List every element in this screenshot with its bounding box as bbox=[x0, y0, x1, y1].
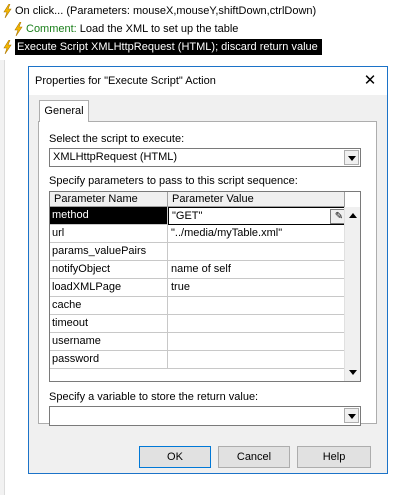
param-value-cell[interactable] bbox=[168, 333, 351, 351]
tab-general[interactable]: General bbox=[39, 100, 89, 122]
comment-keyword: Comment: bbox=[26, 23, 77, 35]
column-header-value[interactable]: Parameter Value bbox=[168, 192, 345, 207]
param-value-cell[interactable]: "../media/myTable.xml" bbox=[168, 225, 351, 243]
script-line-execute-selected[interactable]: Execute Script XMLHttpRequest (HTML); di… bbox=[3, 39, 398, 56]
help-button[interactable]: Help bbox=[297, 446, 371, 468]
param-name-cell[interactable]: username bbox=[50, 333, 168, 351]
param-value-cell[interactable]: true bbox=[168, 279, 351, 297]
param-value-cell[interactable] bbox=[168, 315, 351, 333]
script-select-value: XMLHttpRequest (HTML) bbox=[53, 151, 178, 163]
table-row[interactable]: password bbox=[50, 351, 351, 369]
param-value-text: "../media/myTable.xml" bbox=[171, 227, 283, 239]
parameters-grid: Parameter Name Parameter Value method "GE… bbox=[49, 191, 361, 382]
lightning-bolt-icon bbox=[3, 4, 12, 19]
cancel-button[interactable]: Cancel bbox=[218, 446, 290, 468]
params-label: Specify parameters to pass to this scrip… bbox=[49, 175, 298, 187]
dialog-titlebar[interactable]: Properties for "Execute Script" Action ✕ bbox=[29, 67, 387, 95]
dialog-title: Properties for "Execute Script" Action bbox=[35, 75, 216, 87]
dropdown-arrow-icon[interactable] bbox=[344, 150, 359, 165]
scroll-down-icon[interactable] bbox=[345, 364, 360, 381]
dropdown-arrow-icon[interactable] bbox=[344, 408, 359, 423]
param-name-cell[interactable]: notifyObject bbox=[50, 261, 168, 279]
script-select-label: Select the script to execute: bbox=[49, 133, 185, 145]
param-value-text: true bbox=[171, 281, 190, 293]
comment-text: Load the XML to set up the table bbox=[76, 23, 239, 35]
param-value-cell[interactable]: "GET" ✎ bbox=[168, 207, 351, 225]
script-line-on-click[interactable]: On click... (Parameters: mouseX,mouseY,s… bbox=[3, 3, 316, 20]
param-value-text: "GET" bbox=[172, 210, 203, 222]
table-row[interactable]: loadXMLPage true bbox=[50, 279, 351, 297]
table-row[interactable]: method "GET" ✎ bbox=[50, 207, 351, 225]
param-value-cell[interactable]: name of self bbox=[168, 261, 351, 279]
column-header-name[interactable]: Parameter Name bbox=[50, 192, 168, 207]
ok-button[interactable]: OK bbox=[139, 446, 211, 468]
table-row[interactable]: params_valuePairs bbox=[50, 243, 351, 261]
table-row[interactable]: username bbox=[50, 333, 351, 351]
param-value-text: name of self bbox=[171, 263, 231, 275]
param-name-cell[interactable]: cache bbox=[50, 297, 168, 315]
table-row[interactable]: cache bbox=[50, 297, 351, 315]
editor-left-edge bbox=[0, 60, 5, 495]
lightning-bolt-icon bbox=[3, 40, 12, 55]
param-name-cell[interactable]: timeout bbox=[50, 315, 168, 333]
param-name-cell[interactable]: loadXMLPage bbox=[50, 279, 168, 297]
param-name-cell[interactable]: params_valuePairs bbox=[50, 243, 168, 261]
properties-dialog: Properties for "Execute Script" Action ✕… bbox=[28, 66, 388, 474]
scroll-up-icon[interactable] bbox=[345, 207, 360, 224]
param-value-cell[interactable] bbox=[168, 351, 351, 369]
table-row[interactable]: timeout bbox=[50, 315, 351, 333]
param-value-cell[interactable] bbox=[168, 243, 351, 261]
grid-scrollbar[interactable] bbox=[344, 207, 360, 381]
script-line-label: Execute Script XMLHttpRequest (HTML); di… bbox=[15, 39, 322, 55]
param-value-cell[interactable] bbox=[168, 297, 351, 315]
lightning-bolt-icon bbox=[14, 22, 23, 37]
return-variable-label: Specify a variable to store the return v… bbox=[49, 391, 259, 403]
script-line-comment[interactable]: Comment: Load the XML to set up the tabl… bbox=[14, 21, 238, 38]
table-row[interactable]: notifyObject name of self bbox=[50, 261, 351, 279]
param-name-cell[interactable]: url bbox=[50, 225, 168, 243]
script-select[interactable]: XMLHttpRequest (HTML) bbox=[49, 148, 361, 167]
param-name-cell[interactable]: method bbox=[50, 207, 168, 225]
param-name-cell[interactable]: password bbox=[50, 351, 168, 369]
return-variable-select[interactable] bbox=[49, 406, 361, 426]
script-line-label: On click... (Parameters: mouseX,mouseY,s… bbox=[15, 5, 317, 17]
close-icon[interactable]: ✕ bbox=[357, 68, 383, 94]
table-row[interactable]: url "../media/myTable.xml" bbox=[50, 225, 351, 243]
